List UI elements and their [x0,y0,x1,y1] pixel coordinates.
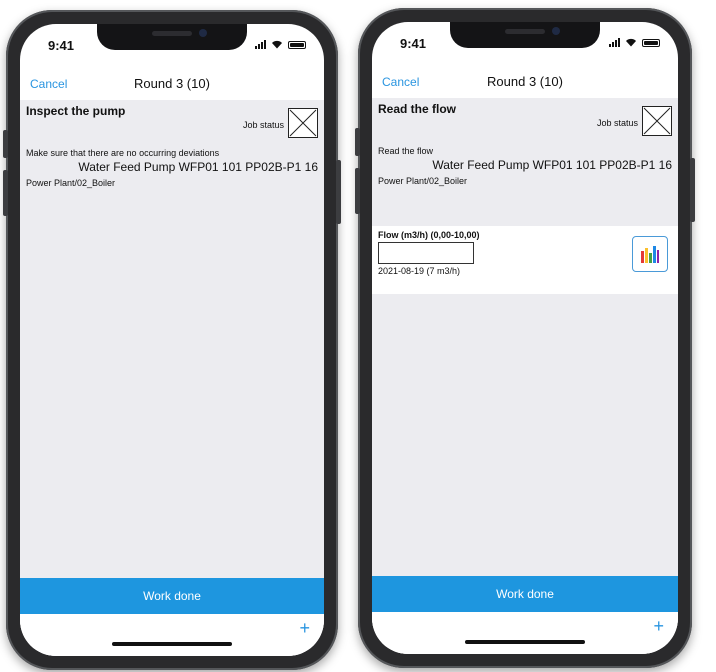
flow-reading-card: Flow (m3/h) (0,00-10,00) 2021-08-19 (7 m… [372,226,678,294]
equipment-name: Water Feed Pump WFP01 101 PP02B-P1 16 [432,158,672,172]
job-status-label: Job status [596,118,638,128]
equipment-name: Water Feed Pump WFP01 101 PP02B-P1 16 [78,160,318,174]
bar-chart-icon [641,246,659,263]
phone-right: 9:41 Cancel Round 3 (10) Read the flow J… [355,8,695,668]
job-status-label: Job status [242,120,284,130]
task-card: Inspect the pump Job status Make sure th… [20,100,324,192]
task-description: Read the flow [378,146,434,156]
notch [97,24,247,50]
side-button [336,160,341,224]
job-status-checkbox[interactable] [642,106,672,136]
home-indicator [112,642,232,646]
side-button [3,130,8,158]
signal-icon [255,40,266,49]
screen-read-flow: 9:41 Cancel Round 3 (10) Read the flow J… [372,22,678,654]
battery-icon [288,41,306,49]
location-path: Power Plant/02_Boiler [378,176,468,186]
add-button[interactable]: + [299,618,310,639]
home-indicator [465,640,585,644]
bottom-toolbar: + [372,612,678,654]
flow-label: Flow (m3/h) (0,00-10,00) [378,230,480,240]
screen-inspect-pump: 9:41 Cancel Round 3 (10) Inspect the pum… [20,24,324,656]
cross-icon [643,107,671,135]
side-button [355,128,360,156]
bottom-toolbar: + [20,614,324,656]
nav-title: Round 3 (10) [487,74,563,89]
task-title: Read the flow [378,102,457,116]
content-area: Read the flow Job status Read the flow W… [372,98,678,654]
camera [199,29,207,37]
status-time: 9:41 [400,36,427,51]
cross-icon [289,109,317,137]
side-button [690,158,695,222]
flow-history: 2021-08-19 (7 m3/h) [378,266,461,276]
wifi-icon [272,40,282,49]
nav-bar: Cancel Round 3 (10) [372,66,678,98]
add-button[interactable]: + [653,616,664,637]
location-path: Power Plant/02_Boiler [26,178,116,188]
flow-input[interactable] [378,242,474,264]
status-icons [255,40,306,49]
nav-title: Round 3 (10) [134,76,210,91]
phone-left: 9:41 Cancel Round 3 (10) Inspect the pum… [3,10,341,670]
speaker [152,31,192,36]
status-icons [609,38,660,47]
job-status-checkbox[interactable] [288,108,318,138]
chart-button[interactable] [632,236,668,272]
signal-icon [609,38,620,47]
side-button [3,170,8,216]
work-done-button[interactable]: Work done [372,576,678,612]
wifi-icon [626,38,636,47]
task-card: Read the flow Job status Read the flow W… [372,98,678,190]
status-time: 9:41 [48,38,75,53]
task-description: Make sure that there are no occurring de… [26,148,220,158]
task-title: Inspect the pump [26,104,126,118]
battery-icon [642,39,660,47]
camera [552,27,560,35]
side-button [355,168,360,214]
speaker [505,29,545,34]
nav-bar: Cancel Round 3 (10) [20,68,324,100]
content-area: Inspect the pump Job status Make sure th… [20,100,324,656]
notch [450,22,600,48]
work-done-button[interactable]: Work done [20,578,324,614]
